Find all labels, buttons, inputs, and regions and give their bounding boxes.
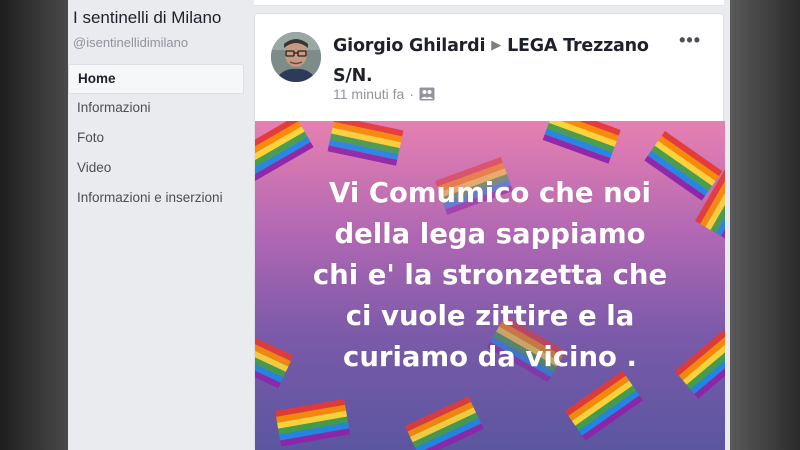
more-options-icon[interactable]: ••• (679, 30, 701, 51)
page-nav: Home Informazioni Foto Video Informazion… (68, 64, 244, 214)
nav-item-foto[interactable]: Foto (68, 124, 244, 154)
page-sidebar: I sentinelli di Milano @isentinellidimil… (68, 0, 248, 450)
post-card: Giorgio Ghilardi ▶ LEGA Trezzano S/N. 11 m… (254, 13, 725, 450)
post-image[interactable]: Vi Comumico che noi della lega sappiamo … (255, 121, 725, 450)
page-handle[interactable]: @isentinellidimilano (73, 35, 188, 50)
flag-decoration (405, 396, 484, 450)
flag-decoration (275, 398, 351, 447)
share-arrow-icon: ▶ (491, 38, 502, 53)
page-name[interactable]: I sentinelli di Milano (73, 8, 221, 28)
right-background (730, 0, 800, 450)
flag-decoration (542, 121, 621, 164)
nav-item-home[interactable]: Home (68, 64, 244, 94)
post-timestamp[interactable]: 11 minuti fa (333, 86, 404, 102)
flag-decoration (565, 370, 643, 441)
author-avatar[interactable] (271, 32, 321, 82)
post-author-line: Giorgio Ghilardi ▶ LEGA Trezzano S/N. (333, 32, 673, 90)
post-meta: 11 minuti fa · (333, 86, 435, 102)
feed: Giorgio Ghilardi ▶ LEGA Trezzano S/N. 11 m… (254, 0, 725, 450)
previous-post-edge (254, 0, 724, 6)
facebook-page: I sentinelli di Milano @isentinellidimil… (68, 0, 730, 450)
nav-item-video[interactable]: Video (68, 154, 244, 184)
left-background (0, 0, 68, 450)
image-caption-text: Vi Comumico che noi della lega sappiamo … (312, 177, 668, 373)
avatar-photo (271, 32, 321, 82)
friends-audience-icon[interactable] (419, 87, 435, 101)
author-name[interactable]: Giorgio Ghilardi (333, 36, 485, 56)
nav-item-informazioni-inserzioni[interactable]: Informazioni e inserzioni (68, 184, 244, 214)
flag-decoration (327, 121, 404, 166)
nav-item-informazioni[interactable]: Informazioni (68, 94, 244, 124)
meta-separator: · (409, 86, 415, 102)
